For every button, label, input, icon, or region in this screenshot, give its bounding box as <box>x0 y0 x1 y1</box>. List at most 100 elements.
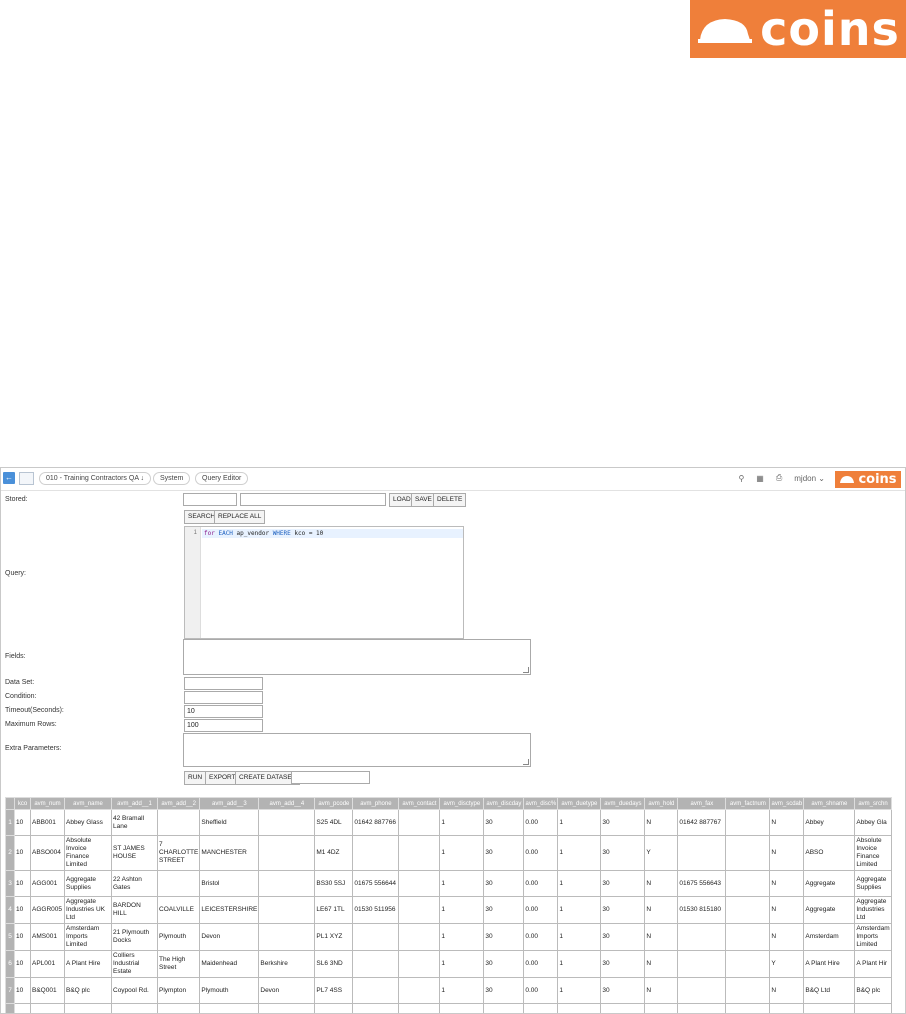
column-header[interactable]: avm_disc% <box>523 797 559 810</box>
table-cell: 30 <box>600 809 646 836</box>
column-header[interactable]: avm_contact <box>398 797 441 810</box>
breadcrumb-query-editor[interactable]: Query Editor <box>195 472 249 485</box>
table-cell: BER002 <box>30 1003 65 1013</box>
table-row[interactable]: 6 10 APL001 A Plant Hire Colliers Industrial… <box>5 950 892 978</box>
table-cell: MANCHESTER <box>199 835 260 871</box>
dataset-input[interactable] <box>184 677 263 690</box>
table-row[interactable]: 1 10 ABB001 Abbey Glass 42 Bramall Lane Sheff… <box>5 809 892 836</box>
table-row[interactable]: 4 10 AGGR005 Aggregate Industries UK Ltd BAR… <box>5 896 892 924</box>
column-header[interactable]: avm_hold <box>644 797 679 810</box>
column-header[interactable]: avm_fax <box>677 797 727 810</box>
stored-code-input[interactable] <box>183 493 237 506</box>
table-cell <box>398 1003 441 1013</box>
table-cell: 10 <box>14 923 31 951</box>
table-cell: 0.00 <box>523 1003 559 1013</box>
table-cell: Amsterdam Imports Limited <box>854 923 892 951</box>
table-cell: 10 <box>14 870 31 897</box>
table-cell: 30 <box>600 1003 646 1013</box>
column-header[interactable]: avm_add__3 <box>199 797 260 810</box>
table-cell <box>156 809 201 836</box>
table-row[interactable]: 7 10 B&Q001 B&Q plc Coypool Rd. Plympton Plymo… <box>5 977 892 1004</box>
column-header[interactable]: kco <box>14 797 31 810</box>
extra-params-textarea[interactable] <box>183 733 531 767</box>
column-header[interactable]: avm_srchn <box>854 797 892 810</box>
column-header[interactable]: avm_duetype <box>557 797 602 810</box>
run-button[interactable]: RUN <box>184 771 207 785</box>
condition-input[interactable] <box>184 691 263 704</box>
apps-grid-icon[interactable]: ▦ <box>756 474 764 483</box>
create-dataset-button[interactable]: CREATE DATASET <box>235 771 300 785</box>
create-dataset-input[interactable] <box>291 771 370 784</box>
delete-button[interactable]: DELETE <box>433 493 467 507</box>
replace-all-button[interactable]: REPLACE ALL <box>214 510 266 524</box>
column-header[interactable]: avm_discday <box>483 797 525 810</box>
back-arrow-icon[interactable]: ← <box>3 472 15 484</box>
table-cell: ABSO004 <box>30 835 65 871</box>
table-cell <box>725 923 771 951</box>
breadcrumb-system[interactable]: System <box>153 472 191 485</box>
column-header[interactable]: avm_add__4 <box>258 797 316 810</box>
table-cell: B&Q001 <box>30 977 65 1004</box>
table-cell: 1 <box>557 950 602 978</box>
row-number: 2 <box>5 835 15 871</box>
fields-textarea[interactable] <box>183 639 531 675</box>
column-header[interactable] <box>5 797 15 810</box>
menu-list-icon[interactable] <box>19 472 34 485</box>
row-number: 4 <box>5 896 15 924</box>
table-cell: B&Q plc <box>854 977 892 1004</box>
table-cell: 1 <box>557 870 602 897</box>
table-cell: Abbey Glass <box>64 809 112 836</box>
table-cell: Aggregate <box>803 896 856 924</box>
top-bar: ← 010 - Training Contractors QA ↓ System… <box>1 468 905 491</box>
column-header[interactable]: avm_factnum <box>725 797 771 810</box>
table-cell <box>677 950 727 978</box>
maxrows-input[interactable]: 100 <box>184 719 263 732</box>
table-cell <box>725 977 771 1004</box>
table-cell: Amsterdam Imports Limited <box>64 923 112 951</box>
stored-name-input[interactable] <box>240 493 386 506</box>
table-cell: BS30 5SJ <box>314 870 354 897</box>
column-header[interactable]: avm_phone <box>352 797 400 810</box>
table-row[interactable]: 5 10 AMS001 Amsterdam Imports Limited 21 Ply… <box>5 923 892 951</box>
table-row[interactable]: 2 10 ABSO004 Absolute Invoice Finance Limit… <box>5 835 892 871</box>
column-header[interactable]: avm_shname <box>803 797 856 810</box>
table-cell: 22 Ashton Gates <box>111 870 158 897</box>
print-icon[interactable]: ⎙ <box>776 473 782 483</box>
table-cell <box>258 896 316 924</box>
column-header[interactable]: avm_name <box>64 797 112 810</box>
user-name: mjdon <box>794 473 817 483</box>
column-header[interactable]: avm_scdab <box>769 797 805 810</box>
table-cell: Berts Bricks & <box>803 1003 856 1013</box>
column-header[interactable]: avm_num <box>30 797 65 810</box>
table-cell: 01530 815180 <box>677 896 727 924</box>
table-row[interactable]: 810BER002Berts BricksThe High SurreyGU1 2… <box>5 1003 892 1013</box>
column-header[interactable]: avm_duedays <box>600 797 646 810</box>
column-header[interactable]: avm_add__1 <box>111 797 158 810</box>
query-label: Query: <box>5 570 27 577</box>
table-cell: Berts Bricks <box>64 1003 112 1013</box>
app-window: ← 010 - Training Contractors QA ↓ System… <box>0 467 906 1014</box>
query-editor[interactable]: 1 for EACH ap_vendor WHERE kco = 10 <box>184 526 464 639</box>
table-cell: 10 <box>14 896 31 924</box>
column-header[interactable]: avm_add__2 <box>156 797 201 810</box>
timeout-input[interactable]: 10 <box>184 705 263 718</box>
user-menu[interactable]: mjdon ⌄ <box>794 474 825 483</box>
table-cell: 1 <box>439 870 485 897</box>
table-cell: A Plant Hire <box>64 950 112 978</box>
table-cell: 1 <box>439 896 485 924</box>
table-cell: 30 <box>483 809 525 836</box>
column-header[interactable]: avm_pcode <box>314 797 354 810</box>
table-cell: N <box>644 809 679 836</box>
table-row[interactable]: 3 10 AGG001 Aggregate Supplies 22 Ashton Gat… <box>5 870 892 897</box>
table-cell: 1 <box>439 835 485 871</box>
search-icon[interactable]: ⚲ <box>738 474 744 483</box>
table-cell: Plymouth <box>199 977 260 1004</box>
table-cell: 1 <box>557 809 602 836</box>
column-header[interactable]: avm_disctype <box>439 797 485 810</box>
table-cell: LEICESTERSHIRE <box>199 896 260 924</box>
table-cell <box>398 835 441 871</box>
breadcrumb-company[interactable]: 010 - Training Contractors QA ↓ <box>39 472 152 485</box>
table-cell <box>725 896 771 924</box>
table-cell: Absolute Invoice Finance Limited <box>854 835 892 871</box>
table-cell: 30 <box>483 950 525 978</box>
